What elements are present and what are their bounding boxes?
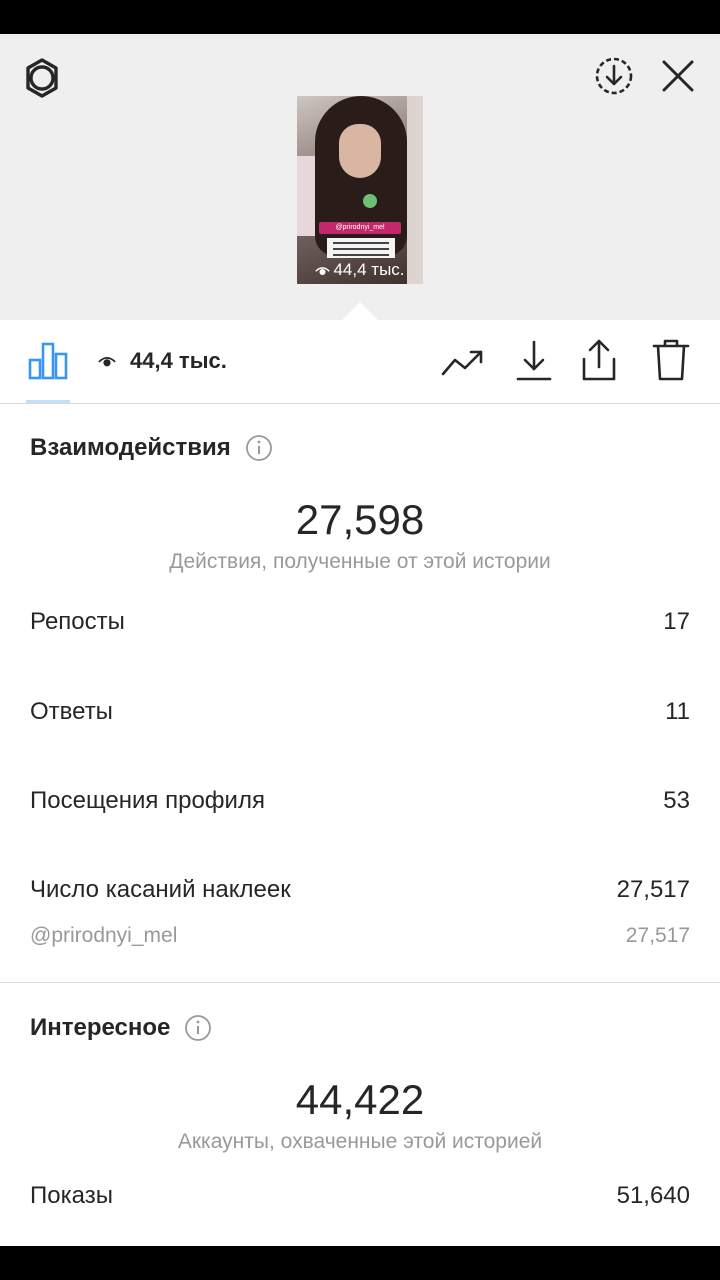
settings-icon [26, 58, 58, 98]
text-sticker [327, 238, 395, 258]
impressions-label: Показы [30, 1182, 113, 1209]
thumb-background-right [407, 96, 423, 284]
story-thumbnail[interactable]: @prirodnyi_mel 44,4 тыс. [297, 96, 423, 284]
sticker-account-value: 27,517 [625, 924, 690, 947]
close-button[interactable] [656, 54, 700, 98]
trending-up-icon [441, 350, 483, 376]
thumb-view-count: 44,4 тыс. [297, 260, 423, 280]
sticker-taps-value: 27,517 [616, 876, 690, 903]
download-icon [516, 340, 552, 381]
section-divider [0, 982, 720, 983]
replies-label: Ответы [30, 698, 113, 725]
interactions-caption: Действия, полученные от этой истории [169, 550, 551, 573]
profile-visits-label: Посещения профиля [30, 787, 265, 814]
discovery-section-title: Интересное [30, 1014, 212, 1042]
status-bar [0, 0, 720, 34]
interactions-section-title: Взаимодействия [30, 434, 273, 462]
bar-chart-icon[interactable] [26, 338, 70, 382]
share-icon [582, 339, 616, 381]
eye-icon [98, 356, 116, 367]
story-header: @prirodnyi_mel 44,4 тыс. [0, 34, 720, 320]
save-story-button[interactable] [592, 54, 636, 98]
impressions-value: 51,640 [616, 1182, 690, 1209]
download-circle-icon [595, 57, 633, 95]
mention-sticker: @prirodnyi_mel [319, 222, 401, 234]
sticker-account-label[interactable]: @prirodnyi_mel [30, 924, 177, 948]
settings-button[interactable] [18, 54, 66, 102]
clover-sticker [363, 194, 377, 208]
replies-value: 11 [665, 698, 690, 725]
discovery-total: 44,422 [295, 1076, 425, 1123]
share-button[interactable] [576, 336, 622, 384]
active-tab-indicator [26, 400, 70, 403]
trash-icon [652, 339, 690, 381]
view-count-label: 44,4 тыс. [130, 348, 227, 373]
view-count[interactable]: 44,4 тыс. [98, 346, 227, 376]
interactions-title: Взаимодействия [30, 434, 231, 461]
sticker-taps-label: Число касаний наклеек [30, 876, 291, 903]
eye-icon [315, 266, 331, 275]
delete-button[interactable] [648, 336, 694, 384]
thumb-face [339, 124, 381, 178]
reposts-label: Репосты [30, 608, 125, 635]
promote-button[interactable] [440, 340, 486, 386]
discovery-title: Интересное [30, 1014, 171, 1041]
reposts-value: 17 [663, 608, 690, 635]
profile-visits-value: 53 [663, 787, 690, 814]
info-icon[interactable] [184, 1014, 212, 1042]
thumb-views-label: 44,4 тыс. [333, 260, 405, 279]
discovery-caption: Аккаунты, охваченные этой историей [177, 1130, 543, 1153]
insights-content: Взаимодействия 27,598 Действия, полученн… [0, 404, 720, 1246]
info-icon[interactable] [245, 434, 273, 462]
pointer-caret [342, 302, 378, 320]
close-icon [662, 60, 694, 92]
interactions-total: 27,598 [295, 496, 425, 543]
bottom-bar [0, 1246, 720, 1280]
download-button[interactable] [512, 338, 556, 384]
